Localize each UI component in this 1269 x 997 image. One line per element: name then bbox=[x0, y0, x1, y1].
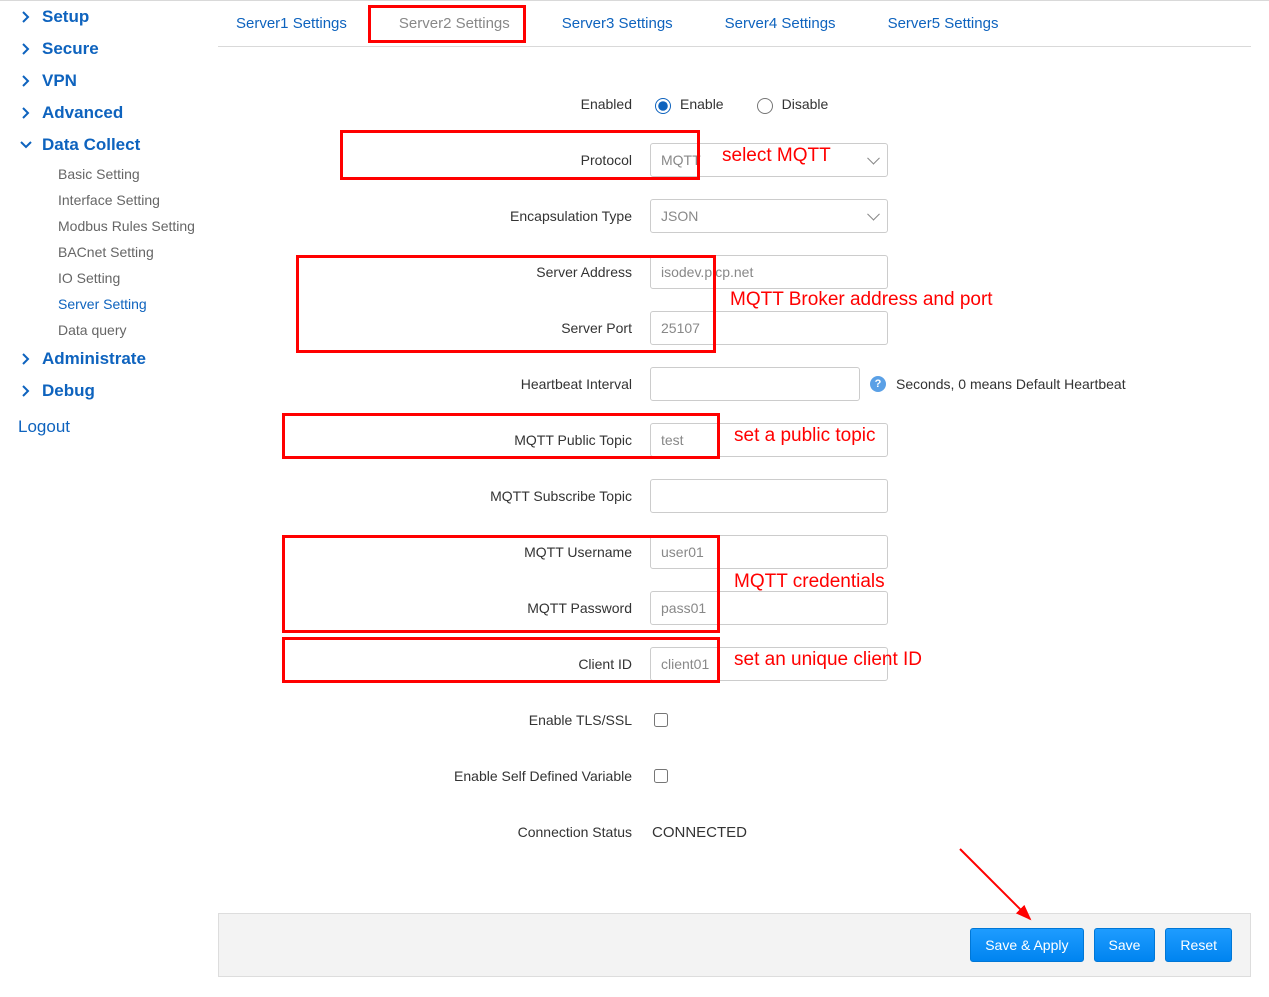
label-enabled: Enabled bbox=[218, 96, 650, 112]
label-tls: Enable TLS/SSL bbox=[218, 712, 650, 728]
label-client-id: Client ID bbox=[218, 656, 650, 672]
nav-label: Debug bbox=[34, 381, 95, 401]
label-encapsulation: Encapsulation Type bbox=[218, 208, 650, 224]
radio-disable-label: Disable bbox=[782, 96, 829, 112]
radio-enable-input[interactable] bbox=[655, 98, 671, 114]
label-protocol: Protocol bbox=[218, 152, 650, 168]
radio-enable[interactable]: Enable bbox=[650, 95, 724, 114]
save-apply-button[interactable]: Save & Apply bbox=[970, 928, 1083, 962]
nav-administrate[interactable]: Administrate bbox=[18, 343, 218, 375]
checkbox-tls[interactable] bbox=[654, 713, 668, 727]
row-conn-status: Connection Status CONNECTED bbox=[218, 811, 1251, 853]
input-server-address[interactable] bbox=[650, 255, 888, 289]
nav-label: VPN bbox=[34, 71, 77, 91]
label-server-address: Server Address bbox=[218, 264, 650, 280]
nav-data-collect[interactable]: Data Collect bbox=[18, 129, 218, 161]
row-sub-topic: MQTT Subscribe Topic bbox=[218, 475, 1251, 517]
chevron-down-icon bbox=[18, 141, 34, 149]
row-enabled: Enabled Enable Disable bbox=[218, 83, 1251, 125]
reset-button[interactable]: Reset bbox=[1165, 928, 1232, 962]
input-mqtt-pass[interactable] bbox=[650, 591, 888, 625]
row-mqtt-pass: MQTT Password bbox=[218, 587, 1251, 629]
row-tls: Enable TLS/SSL bbox=[218, 699, 1251, 741]
radio-disable[interactable]: Disable bbox=[752, 95, 829, 114]
label-server-port: Server Port bbox=[218, 320, 650, 336]
input-server-port[interactable] bbox=[650, 311, 888, 345]
label-selfvar: Enable Self Defined Variable bbox=[218, 768, 650, 784]
subnav-basic-setting[interactable]: Basic Setting bbox=[42, 161, 218, 187]
nav-label: Advanced bbox=[34, 103, 123, 123]
row-encapsulation: Encapsulation Type JSON bbox=[218, 195, 1251, 237]
row-server-port: Server Port bbox=[218, 307, 1251, 349]
input-sub-topic[interactable] bbox=[650, 479, 888, 513]
subnav-data-query[interactable]: Data query bbox=[42, 317, 218, 343]
checkbox-selfvar[interactable] bbox=[654, 769, 668, 783]
label-pub-topic: MQTT Public Topic bbox=[218, 432, 650, 448]
input-pub-topic[interactable] bbox=[650, 423, 888, 457]
row-mqtt-user: MQTT Username bbox=[218, 531, 1251, 573]
row-heartbeat: Heartbeat Interval ? Seconds, 0 means De… bbox=[218, 363, 1251, 405]
input-mqtt-user[interactable] bbox=[650, 535, 888, 569]
subnav-server-setting[interactable]: Server Setting bbox=[42, 291, 218, 317]
radio-disable-input[interactable] bbox=[757, 98, 773, 114]
nav-sub-data-collect: Basic Setting Interface Setting Modbus R… bbox=[18, 161, 218, 343]
value-conn-status: CONNECTED bbox=[650, 824, 747, 841]
chevron-right-icon bbox=[18, 107, 34, 119]
tab-server3[interactable]: Server3 Settings bbox=[556, 1, 679, 46]
nav-vpn[interactable]: VPN bbox=[18, 65, 218, 97]
chevron-right-icon bbox=[18, 11, 34, 23]
chevron-right-icon bbox=[18, 43, 34, 55]
arrow-icon bbox=[950, 844, 1050, 934]
input-client-id[interactable] bbox=[650, 647, 888, 681]
select-protocol[interactable]: MQTT bbox=[650, 143, 888, 177]
nav-label: Administrate bbox=[34, 349, 146, 369]
row-selfvar: Enable Self Defined Variable bbox=[218, 755, 1251, 797]
nav-debug[interactable]: Debug bbox=[18, 375, 218, 407]
chevron-right-icon bbox=[18, 353, 34, 365]
label-sub-topic: MQTT Subscribe Topic bbox=[218, 488, 650, 504]
tab-server4[interactable]: Server4 Settings bbox=[719, 1, 842, 46]
nav-setup[interactable]: Setup bbox=[18, 1, 218, 33]
label-mqtt-pass: MQTT Password bbox=[218, 600, 650, 616]
label-mqtt-user: MQTT Username bbox=[218, 544, 650, 560]
subnav-bacnet-setting[interactable]: BACnet Setting bbox=[42, 239, 218, 265]
tab-server5[interactable]: Server5 Settings bbox=[882, 1, 1005, 46]
tabs: Server1 Settings Server2 Settings Server… bbox=[218, 1, 1251, 47]
hint-heartbeat: Seconds, 0 means Default Heartbeat bbox=[896, 376, 1126, 392]
label-conn-status: Connection Status bbox=[218, 824, 650, 840]
tab-server2[interactable]: Server2 Settings bbox=[393, 1, 516, 46]
nav-secure[interactable]: Secure bbox=[18, 33, 218, 65]
nav-label: Secure bbox=[34, 39, 99, 59]
select-encapsulation[interactable]: JSON bbox=[650, 199, 888, 233]
chevron-right-icon bbox=[18, 75, 34, 87]
footer-bar: Save & Apply Save Reset bbox=[218, 913, 1251, 977]
main-content: Server1 Settings Server2 Settings Server… bbox=[218, 1, 1269, 997]
subnav-interface-setting[interactable]: Interface Setting bbox=[42, 187, 218, 213]
save-button[interactable]: Save bbox=[1094, 928, 1156, 962]
label-heartbeat: Heartbeat Interval bbox=[218, 376, 650, 392]
sidebar: Setup Secure VPN Advanced Data Collect B… bbox=[0, 1, 218, 997]
tab-server1[interactable]: Server1 Settings bbox=[230, 1, 353, 46]
nav-label: Setup bbox=[34, 7, 89, 27]
row-client-id: Client ID set an unique client ID bbox=[218, 643, 1251, 685]
row-pub-topic: MQTT Public Topic set a public topic bbox=[218, 419, 1251, 461]
help-icon[interactable]: ? bbox=[870, 376, 886, 392]
chevron-right-icon bbox=[18, 385, 34, 397]
radio-enable-label: Enable bbox=[680, 96, 724, 112]
logout-link[interactable]: Logout bbox=[18, 407, 218, 437]
row-protocol: Protocol MQTT select MQTT bbox=[218, 139, 1251, 181]
row-server-address: Server Address bbox=[218, 251, 1251, 293]
nav-advanced[interactable]: Advanced bbox=[18, 97, 218, 129]
nav-label: Data Collect bbox=[34, 135, 140, 155]
form: Enabled Enable Disable Protocol bbox=[218, 47, 1251, 853]
subnav-io-setting[interactable]: IO Setting bbox=[42, 265, 218, 291]
subnav-modbus-rules[interactable]: Modbus Rules Setting bbox=[42, 213, 218, 239]
input-heartbeat[interactable] bbox=[650, 367, 860, 401]
